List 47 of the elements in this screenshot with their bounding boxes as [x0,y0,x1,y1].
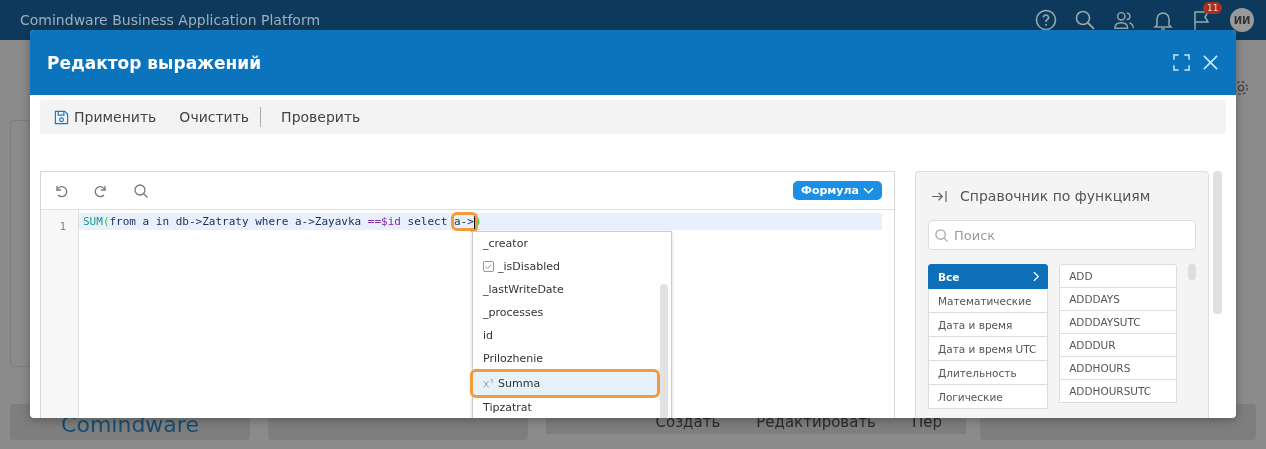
category-item[interactable]: Логические [928,385,1049,409]
toolbar-button[interactable]: Применить [54,109,168,125]
help-icon[interactable] [1035,9,1057,31]
collapse-icon[interactable] [931,189,948,203]
maximize-icon[interactable] [1173,54,1190,71]
app-title: Comindware Business Application Platform [20,12,321,28]
line-number: 1 [59,220,66,233]
category-item[interactable]: Все [928,264,1049,289]
toolbar-button[interactable]: Проверить [281,109,372,125]
autocomplete-item[interactable]: _lastWriteDate [473,278,657,301]
chevron-down-icon [863,186,874,195]
autocomplete-item[interactable]: Prilozhenie [473,347,657,370]
user-avatar[interactable]: ИИ [1230,8,1254,32]
autocomplete-item[interactable]: _isDisabled [473,255,657,278]
function-item[interactable]: ADDHOURSUTC [1059,380,1178,403]
function-item[interactable]: ADDHOURS [1059,357,1178,380]
search-icon [934,228,949,243]
category-item[interactable]: Дата и время [928,313,1049,337]
autocomplete-item[interactable]: Summa [473,372,657,395]
function-item[interactable]: ADDDAYS [1059,288,1178,311]
panel-title: Справочник по функциям [960,188,1151,204]
search-field[interactable]: Поиск [928,220,1196,250]
function-item[interactable]: ADDDUR [1059,334,1178,357]
autocomplete-item[interactable]: _creator [473,232,657,255]
search-icon[interactable] [1074,9,1096,31]
chevron-right-icon [1033,271,1041,282]
category-item[interactable]: Математические [928,289,1049,313]
function-item[interactable]: ADD [1059,264,1178,288]
users-icon[interactable] [1113,9,1135,31]
superscript-x-icon [483,378,494,389]
autocomplete-item[interactable]: Tipzatrat [473,396,657,418]
category-item[interactable]: Длительность [928,361,1049,385]
autocomplete-item[interactable]: _processes [473,301,657,324]
notification-badge: 11 [1203,2,1223,14]
logo: Comindware [61,414,199,439]
category-item[interactable]: Дата и время UTC [928,337,1049,361]
checkbox-icon [483,261,494,272]
close-icon[interactable] [1202,54,1219,71]
toolbar-button[interactable]: Очистить [179,109,261,125]
scrollbar[interactable] [660,284,668,418]
scrollbar[interactable] [1213,171,1222,314]
dialog-title: Редактор выражений [47,52,262,73]
bell-icon[interactable] [1152,9,1174,31]
save-icon [54,109,69,125]
function-item[interactable]: ADDDAYSUTC [1059,311,1178,334]
search-icon[interactable] [133,182,149,199]
autocomplete-item[interactable]: id [473,324,657,347]
